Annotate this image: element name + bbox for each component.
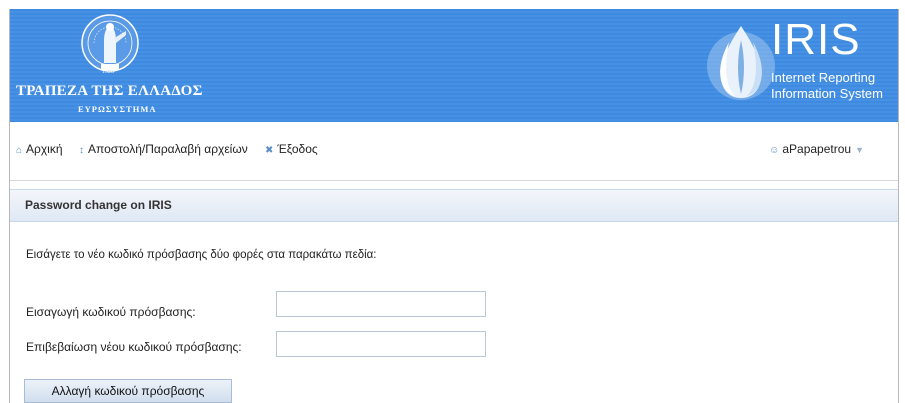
iris-drop-icon (707, 26, 775, 100)
nav-file-transfer-label: Αποστολή/Παραλαβή αρχείων (88, 142, 248, 156)
change-password-button[interactable]: Αλλαγή κωδικού πρόσβασης (24, 379, 232, 403)
user-name: aPapapetrou (782, 142, 852, 156)
user-icon: ☺ (769, 145, 780, 156)
app-window: 1928 ΤΡΑΠΕΖΑ ΤΗΣ ΕΛΛΑΔΟΣ ΕΥΡΩΣΥΣΤΗΜΑ IRI… (9, 9, 899, 403)
iris-logo: IRIS Internet Reporting Information Syst… (705, 14, 895, 114)
iris-subtitle-line1: Internet Reporting (771, 70, 876, 85)
bank-subtitle: ΕΥΡΩΣΥΣΤΗΜΑ (78, 104, 157, 114)
panel-title: Password change on IRIS (25, 198, 172, 212)
home-icon: ⌂ (16, 145, 23, 156)
panel-header: Password change on IRIS (10, 189, 898, 222)
bank-name: ΤΡΑΠΕΖΑ ΤΗΣ ΕΛΛΑΔΟΣ (16, 83, 203, 99)
nav-home[interactable]: ⌂ Αρχική (16, 142, 63, 156)
iris-title: IRIS (771, 15, 861, 64)
nav-logout[interactable]: ✖ Έξοδος (265, 142, 318, 156)
header-banner: 1928 ΤΡΑΠΕΖΑ ΤΗΣ ΕΛΛΑΔΟΣ ΕΥΡΩΣΥΣΤΗΜΑ IRI… (10, 9, 898, 122)
iris-subtitle-line2: Information System (771, 86, 883, 101)
bank-logo[interactable]: 1928 ΤΡΑΠΕΖΑ ΤΗΣ ΕΛΛΑΔΟΣ ΕΥΡΩΣΥΣΤΗΜΑ (10, 9, 210, 122)
seal-year: 1928 (102, 69, 114, 75)
instructions-text: Εισάγετε το νέο κωδικό πρόσβασης δύο φορ… (26, 249, 377, 261)
nav-home-label: Αρχική (26, 142, 63, 156)
nav-divider (10, 180, 898, 181)
close-icon: ✖ (265, 145, 274, 156)
confirm-password-label: Επιβεβαίωση νέου κωδικού πρόσβασης: (26, 340, 242, 354)
top-nav: ⌂ Αρχική ↕ Αποστολή/Παραλαβή αρχείων ✖ Έξοδ… (10, 122, 898, 180)
user-menu[interactable]: ☺ aPapapetrou ▼ (769, 142, 864, 156)
new-password-input[interactable] (276, 291, 486, 317)
chevron-down-icon: ▼ (855, 145, 864, 155)
confirm-password-input[interactable] (276, 331, 486, 357)
new-password-label: Εισαγωγή κωδικού πρόσβασης: (26, 305, 196, 319)
nav-logout-label: Έξοδος (277, 142, 318, 156)
nav-file-transfer[interactable]: ↕ Αποστολή/Παραλαβή αρχείων (79, 142, 248, 156)
transfer-icon: ↕ (79, 145, 84, 156)
